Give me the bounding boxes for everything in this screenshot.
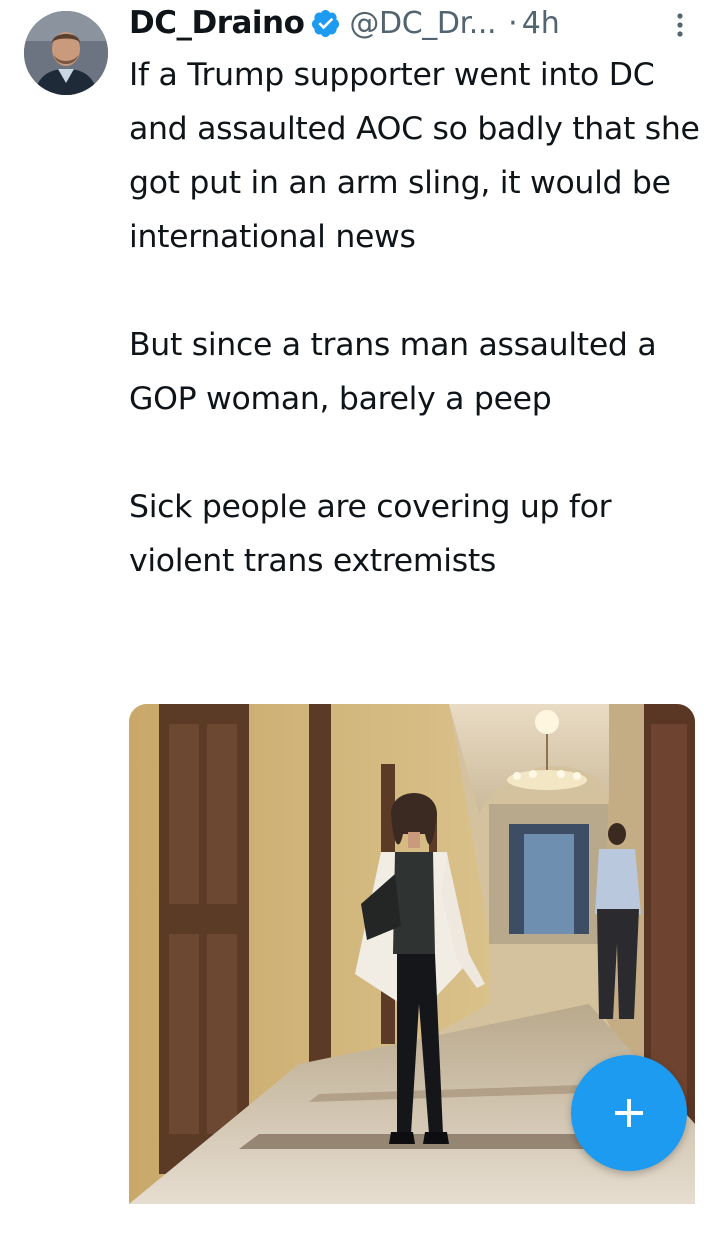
tweet-paragraph-3: Sick people are covering up for violent … bbox=[129, 489, 612, 579]
user-handle[interactable]: @DC_Dr... bbox=[349, 6, 496, 41]
tweet-header: DC_Draino @DC_Dr... · 4h bbox=[129, 0, 699, 46]
tweet[interactable]: DC_Draino @DC_Dr... · 4h If a Trump supp… bbox=[0, 0, 720, 1240]
more-vertical-icon[interactable] bbox=[672, 10, 688, 40]
verified-badge-icon bbox=[312, 9, 340, 37]
avatar[interactable] bbox=[24, 11, 108, 95]
separator-dot: · bbox=[508, 5, 518, 41]
tweet-paragraph-1: If a Trump supporter went into DC and as… bbox=[129, 57, 700, 255]
compose-button[interactable] bbox=[571, 1055, 687, 1171]
timestamp[interactable]: 4h bbox=[522, 6, 560, 41]
tweet-text: If a Trump supporter went into DC and as… bbox=[129, 48, 709, 588]
display-name[interactable]: DC_Draino bbox=[129, 5, 305, 41]
plus-icon bbox=[615, 1099, 643, 1127]
tweet-paragraph-2: But since a trans man assaulted a GOP wo… bbox=[129, 327, 657, 417]
